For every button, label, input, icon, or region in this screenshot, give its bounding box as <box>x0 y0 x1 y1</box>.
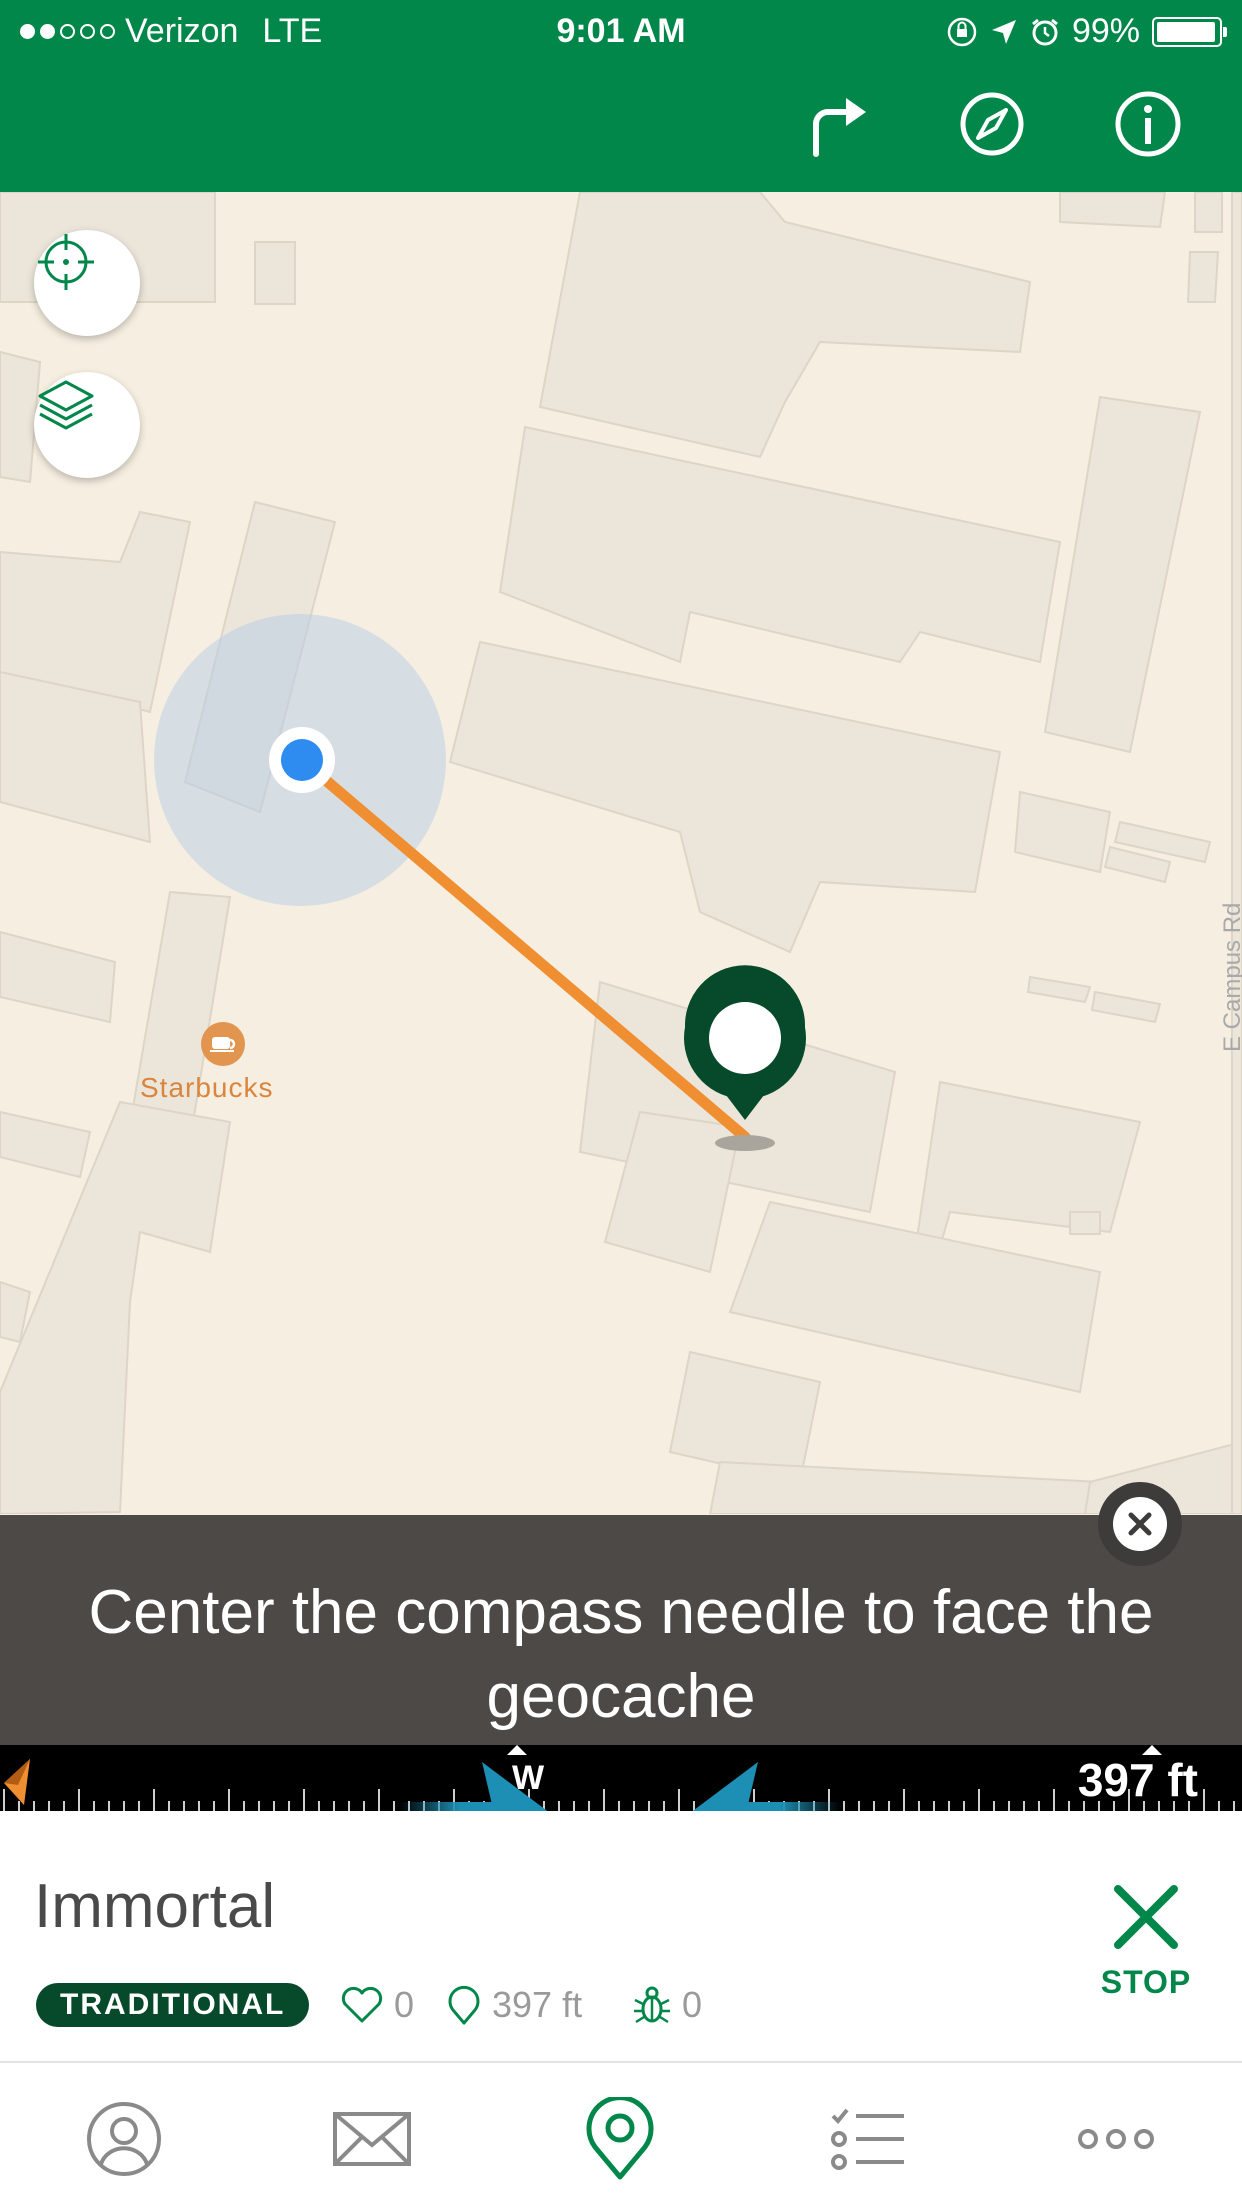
tip-close-button[interactable] <box>1098 1482 1182 1566</box>
bug-icon <box>634 1986 670 2024</box>
lists-icon <box>831 2108 904 2170</box>
heart-icon <box>341 1986 383 2023</box>
battery-percent: 99% <box>1071 12 1140 50</box>
poi-label-starbucks[interactable]: Starbucks <box>140 1072 274 1104</box>
favorites-stat: 0 <box>340 1983 414 2027</box>
orientation-lock-icon <box>947 17 977 46</box>
layers-button[interactable] <box>34 372 140 478</box>
info-icon[interactable] <box>1112 88 1184 160</box>
distance-value: 397 ft <box>492 1984 583 2025</box>
cache-type-badge: TRADITIONAL <box>36 1983 310 2027</box>
tab-map[interactable] <box>578 2097 662 2181</box>
more-icon <box>1078 2129 1154 2149</box>
distance-stat: 397 ft <box>446 1983 582 2027</box>
compass-icon[interactable] <box>956 88 1028 160</box>
close-icon <box>1128 1512 1152 1536</box>
tab-messages[interactable] <box>330 2097 414 2181</box>
locate-button[interactable] <box>34 230 140 336</box>
map-canvas[interactable]: E Campus Rd <box>0 192 1242 1514</box>
status-bar: Verizon LTE 9:01 AM 99% <box>0 0 1242 62</box>
status-right: 99% <box>946 12 1227 51</box>
street-label: E Campus Rd <box>1219 903 1242 1052</box>
cache-info-panel[interactable]: Immortal TRADITIONAL 0 397 ft 0 STOP <box>0 1811 1242 2061</box>
tab-bar <box>0 2061 1242 2208</box>
layers-icon <box>38 380 94 430</box>
stop-button[interactable]: STOP <box>1086 1881 1206 2001</box>
app-header: Verizon LTE 9:01 AM 99% <box>0 0 1242 192</box>
cache-name[interactable]: Immortal <box>34 1871 275 1942</box>
compass-distance: 397 ft <box>1077 1754 1198 1806</box>
tab-lists[interactable] <box>826 2097 910 2181</box>
close-x-icon <box>1114 1885 1178 1949</box>
compass-tip-banner: Center the compass needle to face the ge… <box>0 1515 1242 1745</box>
directions-icon[interactable] <box>802 88 874 160</box>
starbucks-poi-icon[interactable] <box>201 1022 245 1066</box>
map-view[interactable]: E Campus Rd Starbucks <box>0 192 1242 1514</box>
location-arrow-icon <box>991 19 1016 44</box>
trackables-count: 0 <box>682 1984 703 2025</box>
location-pin-icon <box>448 1985 480 2025</box>
tip-message: Center the compass needle to face the ge… <box>88 1578 1154 1731</box>
tab-more[interactable] <box>1074 2097 1158 2181</box>
map-icon <box>586 2097 654 2180</box>
locate-icon <box>38 234 94 290</box>
pin-shadow <box>715 1135 775 1151</box>
trackables-stat: 0 <box>632 1983 702 2027</box>
alarm-icon <box>1032 18 1058 45</box>
stop-label: STOP <box>1100 1964 1192 2000</box>
battery-icon <box>1152 16 1227 47</box>
favorites-count: 0 <box>394 1984 415 2025</box>
profile-icon <box>87 2102 161 2176</box>
messages-icon <box>333 2112 411 2166</box>
tab-profile[interactable] <box>82 2097 166 2181</box>
